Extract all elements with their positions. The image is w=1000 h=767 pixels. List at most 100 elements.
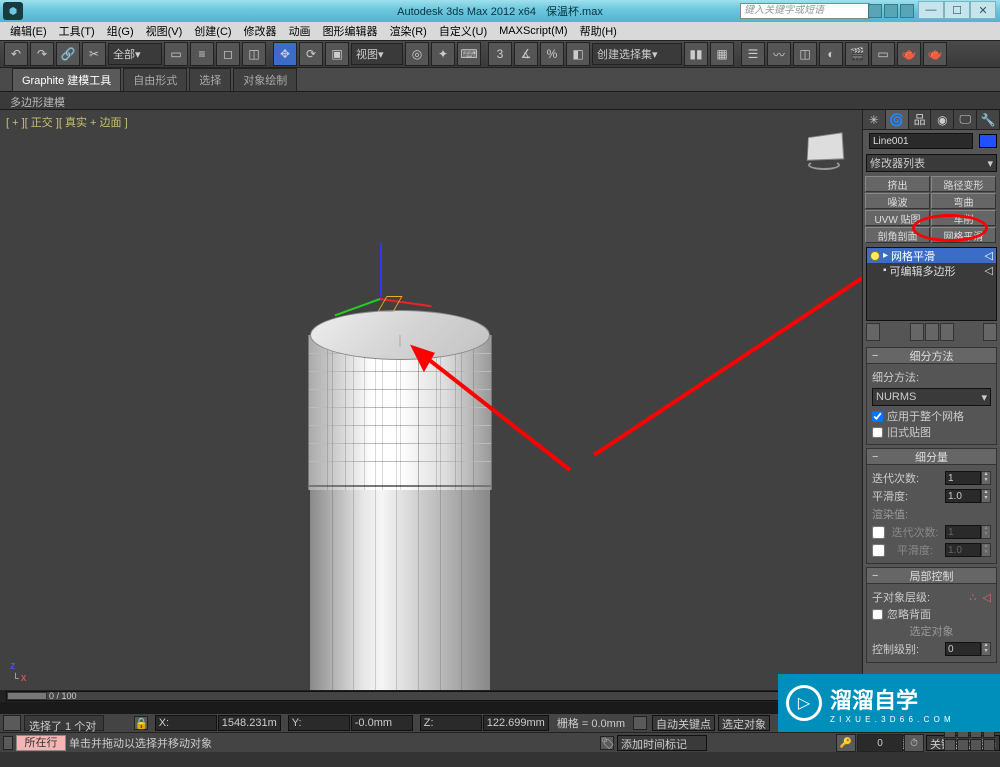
unlink-button[interactable]: ✂ (82, 42, 106, 66)
time-slider[interactable]: 0 / 100 (6, 691, 856, 701)
maximize-button[interactable]: ☐ (944, 1, 970, 19)
angle-snap-button[interactable]: ∡ (514, 42, 538, 66)
mod-btn-noise[interactable]: 噪波 (865, 193, 930, 209)
bulb-icon[interactable] (870, 251, 880, 261)
method-dropdown[interactable]: NURMS▾ (872, 388, 991, 406)
render-button[interactable]: 🫖 (897, 42, 921, 66)
rollout-header[interactable]: −局部控制 (867, 568, 996, 584)
rollout-header[interactable]: −细分量 (867, 449, 996, 465)
add-time-marker[interactable]: 添加时间标记 (617, 735, 707, 751)
select-button[interactable]: ▭ (164, 42, 188, 66)
info-center-icons[interactable] (868, 4, 914, 18)
make-unique-button[interactable] (925, 323, 939, 341)
render-smooth-check[interactable] (872, 544, 885, 557)
menu-modifiers[interactable]: 修改器 (238, 23, 283, 39)
rollout-header[interactable]: −细分方法 (867, 348, 996, 364)
render-iter-check[interactable] (872, 526, 885, 539)
redo-button[interactable]: ↷ (30, 42, 54, 66)
spinner-arrows[interactable]: ▴▾ (981, 489, 991, 503)
menu-views[interactable]: 视图(V) (140, 23, 189, 39)
maximize-viewport-button[interactable] (957, 739, 969, 751)
motion-tab[interactable]: ◉ (931, 110, 954, 129)
move-button[interactable]: ✥ (273, 42, 297, 66)
menu-create[interactable]: 创建(C) (188, 23, 237, 39)
spinner-arrows[interactable]: ▴▾ (981, 471, 991, 485)
hierarchy-tab[interactable]: 品 (909, 110, 932, 129)
keyboard-shortcut-button[interactable]: ⌨ (457, 42, 481, 66)
curve-editor-button[interactable]: 〰 (767, 42, 791, 66)
time-tag-button[interactable]: 🏷 (600, 736, 614, 750)
spinner-snap-button[interactable]: ◧ (566, 42, 590, 66)
mod-btn-pathdeform[interactable]: 路径变形 (931, 176, 996, 192)
gizmo-z-axis-icon[interactable] (380, 243, 382, 298)
old-map-checkbox[interactable]: 旧式贴图 (872, 424, 991, 440)
undo-button[interactable]: ↶ (4, 42, 28, 66)
selected-key-dropdown[interactable]: 选定对象 (718, 715, 770, 731)
smoothness-input[interactable]: 1.0 (945, 489, 981, 503)
scene-object-cylinder[interactable] (310, 310, 490, 690)
spinner-arrows[interactable]: ▴▾ (981, 642, 991, 656)
pivot-button[interactable]: ◎ (405, 42, 429, 66)
viewcube[interactable] (802, 128, 846, 172)
ctrl-level-input[interactable]: 0 (945, 642, 981, 656)
snap-toggle-button[interactable]: 3 (488, 42, 512, 66)
manip-button[interactable]: ✦ (431, 42, 455, 66)
menu-customize[interactable]: 自定义(U) (433, 23, 493, 39)
render-frame-button[interactable]: ▭ (871, 42, 895, 66)
menu-graph-editors[interactable]: 图形编辑器 (317, 23, 384, 39)
time-ruler[interactable] (0, 702, 862, 714)
render-production-button[interactable]: 🫖 (923, 42, 947, 66)
named-selection-dropdown[interactable]: 创建选择集 ▾ (592, 43, 682, 65)
close-button[interactable]: ✕ (970, 1, 996, 19)
object-name-input[interactable]: Line001 (869, 133, 973, 149)
ribbon-tab-paint[interactable]: 对象绘制 (233, 68, 297, 92)
rotate-button[interactable]: ⟳ (299, 42, 323, 66)
maxscript-mini-button[interactable] (3, 715, 21, 731)
prompt-collapse-button[interactable] (3, 736, 13, 750)
walk-button[interactable] (983, 739, 995, 751)
scale-button[interactable]: ▣ (325, 42, 349, 66)
isolate-button[interactable] (633, 716, 647, 730)
time-config-button[interactable]: ⏱ (904, 734, 924, 752)
current-frame-input[interactable]: 0 (857, 734, 903, 752)
display-tab[interactable]: 🖵 (954, 110, 977, 129)
utilities-tab[interactable]: 🔧 (977, 110, 1000, 129)
create-tab[interactable]: ✳ (863, 110, 886, 129)
stack-item-meshsmooth[interactable]: ▸ 网格平滑 ◁ (867, 248, 996, 263)
apply-all-checkbox[interactable]: 应用于整个网格 (872, 408, 991, 424)
viewport[interactable]: z └ x (0, 110, 862, 690)
menu-group[interactable]: 组(G) (101, 23, 140, 39)
x-coord-input[interactable]: 1548.231m (218, 715, 281, 731)
modifier-stack[interactable]: ▸ 网格平滑 ◁ ▪ 可编辑多边形 ◁ (866, 247, 997, 321)
fov-button[interactable] (944, 739, 956, 751)
menu-help[interactable]: 帮助(H) (574, 23, 623, 39)
render-setup-button[interactable]: 🎬 (845, 42, 869, 66)
pin-stack-button[interactable] (866, 323, 880, 341)
minimize-button[interactable]: — (918, 1, 944, 19)
select-name-button[interactable]: ≡ (190, 42, 214, 66)
schematic-button[interactable]: ◫ (793, 42, 817, 66)
ref-coord-dropdown[interactable]: 视图 ▾ (351, 43, 403, 65)
help-search-input[interactable]: 键入关键字或短语 (740, 3, 870, 19)
menu-animation[interactable]: 动画 (283, 23, 317, 39)
menu-tools[interactable]: 工具(T) (53, 23, 101, 39)
iterations-input[interactable]: 1 (945, 471, 981, 485)
ribbon-tab-selection[interactable]: 选择 (189, 68, 231, 92)
link-button[interactable]: 🔗 (56, 42, 80, 66)
key-mode-button[interactable]: 🔑 (836, 734, 856, 752)
menu-rendering[interactable]: 渲染(R) (384, 23, 433, 39)
lock-selection-button[interactable]: 🔒 (134, 716, 148, 730)
configure-sets-button[interactable] (983, 323, 997, 341)
layer-manager-button[interactable]: ☰ (741, 42, 765, 66)
selection-filter-dropdown[interactable]: 全部 ▾ (108, 43, 162, 65)
show-end-result-button[interactable] (910, 323, 924, 341)
autokey-button[interactable]: 自动关键点 (652, 715, 715, 731)
modify-tab[interactable]: 🌀 (886, 110, 909, 129)
mod-btn-bend[interactable]: 弯曲 (931, 193, 996, 209)
ribbon-tab-modeling[interactable]: Graphite 建模工具 (12, 68, 121, 92)
viewport-label[interactable]: [ + ][ 正交 ][ 真实 + 边面 ] (6, 114, 128, 130)
material-editor-button[interactable]: ◐ (819, 42, 843, 66)
object-color-swatch[interactable] (979, 134, 997, 148)
region-zoom-button[interactable] (970, 739, 982, 751)
modifier-list-dropdown[interactable]: 修改器列表▾ (866, 154, 997, 172)
